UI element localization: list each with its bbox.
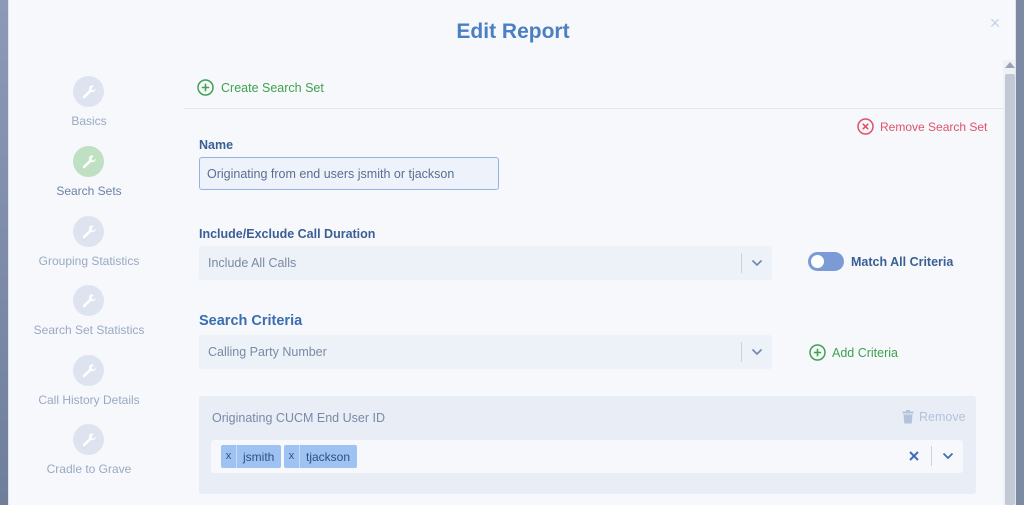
add-criteria-button[interactable]: Add Criteria — [809, 344, 898, 361]
add-criteria-label: Add Criteria — [832, 345, 898, 360]
step-cradle-to-grave[interactable]: Cradle to Grave — [9, 424, 169, 484]
page-backdrop — [0, 0, 8, 505]
wrench-icon — [73, 76, 104, 107]
match-all-criteria-label: Match All Criteria — [851, 255, 954, 269]
close-button[interactable]: × — [986, 14, 1004, 32]
step-call-history-details[interactable]: Call History Details — [9, 355, 169, 415]
call-duration-select[interactable]: Include All Calls — [199, 246, 772, 280]
dialog-title: Edit Report — [456, 20, 570, 43]
tag-label: tjackson — [306, 449, 351, 464]
remove-criteria-button[interactable]: Remove — [902, 410, 966, 424]
match-all-criteria-toggle[interactable] — [808, 252, 844, 271]
wrench-icon — [73, 424, 104, 455]
plus-circle-icon — [197, 79, 214, 96]
criteria-item-title: Originating CUCM End User ID — [212, 411, 385, 425]
chevron-down-icon[interactable] — [939, 448, 957, 464]
step-basics[interactable]: Basics — [9, 76, 169, 136]
create-search-set-label: Create Search Set — [221, 80, 324, 95]
step-search-set-statistics[interactable]: Search Set Statistics — [9, 285, 169, 345]
name-input[interactable] — [199, 157, 499, 190]
scroll-up-arrow-icon[interactable] — [1005, 62, 1015, 68]
clear-all-icon[interactable] — [906, 448, 922, 464]
edit-report-dialog: Edit Report × Basics Search Sets Groupin… — [8, 0, 1016, 505]
tag-tjackson: x tjackson — [284, 445, 358, 468]
chevron-down-icon — [742, 348, 772, 356]
toggle-knob — [811, 255, 824, 268]
create-search-set-button[interactable]: Create Search Set — [197, 79, 324, 96]
step-label: Cradle to Grave — [46, 462, 132, 476]
chevron-down-icon — [742, 259, 772, 267]
plus-circle-icon — [809, 344, 826, 361]
name-label: Name — [199, 138, 234, 152]
step-label: Grouping Statistics — [38, 254, 140, 268]
remove-criteria-label: Remove — [919, 410, 966, 424]
step-label: Search Set Statistics — [33, 323, 145, 337]
wrench-icon — [73, 146, 104, 177]
call-duration-value: Include All Calls — [208, 256, 297, 270]
criteria-type-value: Calling Party Number — [208, 345, 327, 359]
toolbar-divider — [184, 108, 1004, 109]
tag-label: jsmith — [243, 449, 275, 464]
step-label: Search Sets — [56, 184, 122, 198]
search-criteria-title: Search Criteria — [199, 313, 303, 329]
step-grouping-statistics[interactable]: Grouping Statistics — [9, 216, 169, 276]
trash-icon — [902, 410, 914, 424]
call-duration-label: Include/Exclude Call Duration — [199, 227, 376, 241]
scrollbar-thumb[interactable] — [1005, 74, 1015, 505]
step-label: Basics — [71, 114, 107, 128]
remove-search-set-label: Remove Search Set — [880, 119, 988, 134]
remove-search-set-button[interactable]: Remove Search Set — [857, 118, 987, 135]
end-user-multi-select[interactable]: x jsmith x tjackson — [211, 440, 963, 473]
criteria-type-select[interactable]: Calling Party Number — [199, 335, 772, 369]
tag-jsmith: x jsmith — [221, 445, 282, 468]
wrench-icon — [73, 285, 104, 316]
tag-remove-button[interactable]: x — [221, 445, 237, 468]
wrench-icon — [73, 355, 104, 386]
criteria-item: Originating CUCM End User ID Remove x js… — [199, 396, 976, 494]
x-circle-icon — [857, 118, 874, 135]
wrench-icon — [73, 216, 104, 247]
tag-remove-button[interactable]: x — [284, 445, 300, 468]
step-label: Call History Details — [38, 393, 140, 407]
step-search-sets[interactable]: Search Sets — [9, 146, 169, 206]
select-separator — [931, 446, 932, 466]
